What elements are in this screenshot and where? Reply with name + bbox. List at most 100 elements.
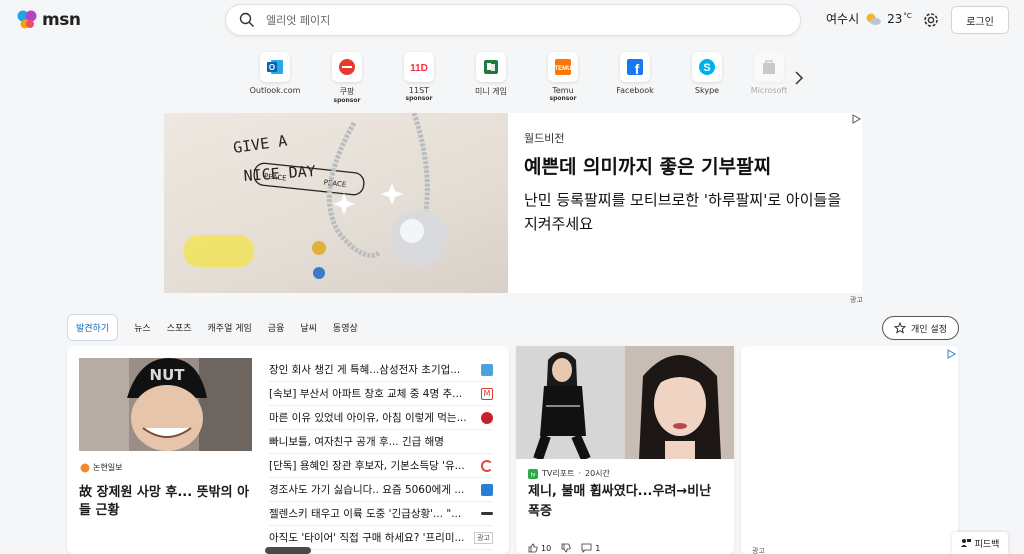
feedback-button[interactable]: 피드백: [952, 532, 1008, 554]
weather-unit: °C: [903, 11, 912, 20]
microsoft-store-icon: [763, 60, 775, 74]
list-item[interactable]: 빠니보틀, 여자친구 공개 후... 긴급 해명: [269, 430, 493, 454]
adchoices-icon[interactable]: [851, 114, 861, 124]
category-tabs: 발견하기 뉴스 스포츠 캐주얼 게임 금융 날씨 동영상: [67, 314, 358, 341]
quicklink-temu[interactable]: TEMU Temu sponsor: [533, 52, 593, 102]
list-item[interactable]: [속보] 부산서 아파트 창호 교체 중 4명 추... M: [269, 382, 493, 406]
tab-casual-games[interactable]: 캐주얼 게임: [208, 321, 252, 334]
login-button[interactable]: 로그인: [951, 6, 1009, 34]
weather-widget[interactable]: 여수시 23 °C: [826, 10, 912, 27]
quicklink-facebook[interactable]: f Facebook: [605, 52, 665, 95]
news-headline[interactable]: 제니, 불매 휩싸였다...우려→비난 폭증: [528, 482, 724, 522]
ad-label: 광고: [850, 296, 863, 304]
quicklink-label: 11ST: [408, 86, 430, 95]
tab-discover[interactable]: 발견하기: [67, 314, 119, 341]
news-photo[interactable]: NUT: [79, 358, 252, 451]
quicklink-tile: S: [692, 52, 722, 82]
skype-icon: S: [699, 59, 715, 75]
chevron-right-icon[interactable]: [792, 69, 806, 87]
feedback-label: 피드백: [974, 539, 1000, 550]
cap-text: NUT: [150, 366, 186, 384]
mini-game-icon: [484, 60, 498, 74]
quicklink-tile: O: [260, 52, 290, 82]
carousel-pager[interactable]: [265, 547, 311, 554]
personal-settings-label: 개인 설정: [911, 324, 947, 335]
quicklink-label: Temu: [552, 86, 574, 95]
comment-button[interactable]: 1: [581, 543, 600, 553]
msn-butterfly-icon: [17, 10, 37, 29]
publisher-icon: [481, 411, 493, 424]
separator-dot: ·: [578, 469, 581, 478]
photo-right-image: [625, 346, 734, 459]
news-time: 20시간: [585, 469, 610, 478]
ad-source: 월드비전: [524, 132, 565, 145]
tab-news[interactable]: 뉴스: [134, 321, 151, 334]
bracelet-illustration: GIVE A NICE DAY PEACE PEACE: [184, 113, 447, 279]
news-headline[interactable]: 故 장제원 사망 후... 뜻밖의 아들 근황: [79, 484, 254, 520]
quicklink-tile: TEMU: [548, 52, 578, 82]
tab-weather[interactable]: 날씨: [300, 321, 317, 334]
quicklink-label: Skype: [694, 86, 720, 95]
tab-video[interactable]: 동영상: [333, 321, 358, 334]
svg-text:11D: 11D: [410, 63, 428, 74]
quicklink-skype[interactable]: S Skype: [677, 52, 737, 95]
search-bar[interactable]: 엘리엇 페이지: [225, 4, 801, 36]
like-button[interactable]: 10: [528, 543, 551, 553]
ad-title[interactable]: 예쁜데 의미까지 좋은 기부팔찌: [524, 152, 771, 179]
quicklink-tile: 11D: [404, 52, 434, 82]
quicklink-tile: [754, 52, 784, 82]
list-item-title: [단독] 용혜인 장관 후보자, 기본소득당 '유...: [269, 460, 465, 472]
list-item[interactable]: [단독] 용혜인 장관 후보자, 기본소득당 '유...: [269, 454, 493, 478]
search-icon: [239, 12, 254, 27]
list-item-title: 장인 회사 챙긴 게 특혜...삼성전자 초기업...: [269, 364, 461, 376]
list-item[interactable]: 마른 이유 있었네 아이유, 아침 이렇게 먹는...: [269, 406, 493, 430]
news-source: tv TV리포트 · 20시간: [528, 468, 610, 479]
source-logo-icon: [80, 463, 90, 472]
quicklink-outlook[interactable]: O Outlook.com: [245, 52, 305, 95]
thumbs-up-icon: [528, 543, 538, 553]
news-photo-left[interactable]: [516, 346, 625, 459]
sponsor-tag: sponsor: [333, 97, 361, 104]
list-item[interactable]: 경조사도 가기 싫습니다.. 요즘 5060에게 ...: [269, 478, 493, 502]
quicklink-mini-game[interactable]: 미니 게임: [461, 52, 521, 97]
ad-card[interactable]: [741, 346, 958, 554]
svg-text:f: f: [635, 61, 640, 77]
publisher-icon: M: [481, 387, 493, 400]
quicklink-label: Facebook: [616, 86, 654, 95]
quicklink-11st[interactable]: 11D 11ST sponsor: [389, 52, 449, 102]
logo-text: msn: [42, 10, 81, 30]
quicklink-microsoft[interactable]: Microsoft: [739, 52, 799, 95]
weather-temp: 23: [887, 11, 903, 26]
svg-text:tv: tv: [531, 472, 536, 478]
quicklink-label: 쿠팡: [339, 87, 355, 96]
coupang-icon: [339, 59, 355, 75]
news-source-name: TV리포트: [542, 469, 575, 478]
like-count: 10: [541, 543, 552, 553]
news-photo-right[interactable]: [625, 346, 734, 459]
ad-bracelet-image: GIVE A NICE DAY PEACE PEACE: [164, 113, 508, 293]
list-item[interactable]: 젤렌스키 태우고 이륙 도중 '긴급상황'... "...: [269, 502, 493, 526]
svg-text:O: O: [269, 63, 275, 72]
quicklink-label: Outlook.com: [249, 86, 301, 95]
comment-count: 1: [595, 543, 601, 553]
thumbs-down-icon[interactable]: [561, 543, 571, 553]
list-item-title: [속보] 부산서 아파트 창호 교체 중 4명 추...: [269, 388, 463, 400]
tab-sports[interactable]: 스포츠: [167, 321, 192, 334]
list-item[interactable]: 장인 회사 챙긴 게 특혜...삼성전자 초기업...: [269, 358, 493, 382]
search-input[interactable]: 엘리엇 페이지: [266, 12, 330, 28]
svg-text:TEMU: TEMU: [555, 66, 572, 72]
temu-icon: TEMU: [555, 59, 572, 75]
msn-logo[interactable]: msn: [16, 9, 81, 31]
tab-finance[interactable]: 금융: [268, 321, 285, 334]
quicklink-label: Microsoft: [750, 86, 788, 95]
adchoices-icon[interactable]: [946, 349, 956, 359]
publisher-icon: [481, 436, 493, 448]
gear-icon[interactable]: [922, 11, 940, 29]
quicklink-tile: [332, 52, 362, 82]
personal-settings-button[interactable]: 개인 설정: [882, 316, 959, 340]
quicklink-tile: f: [620, 52, 650, 82]
news-source-name: 논현일보: [93, 463, 123, 472]
outlook-icon: O: [267, 60, 283, 74]
quicklink-coupang[interactable]: 쿠팡 sponsor: [317, 52, 377, 104]
ad-description: 난민 등록팔찌를 모티브로한 '하루팔찌'로 아이들을 지켜주세요: [524, 191, 842, 233]
